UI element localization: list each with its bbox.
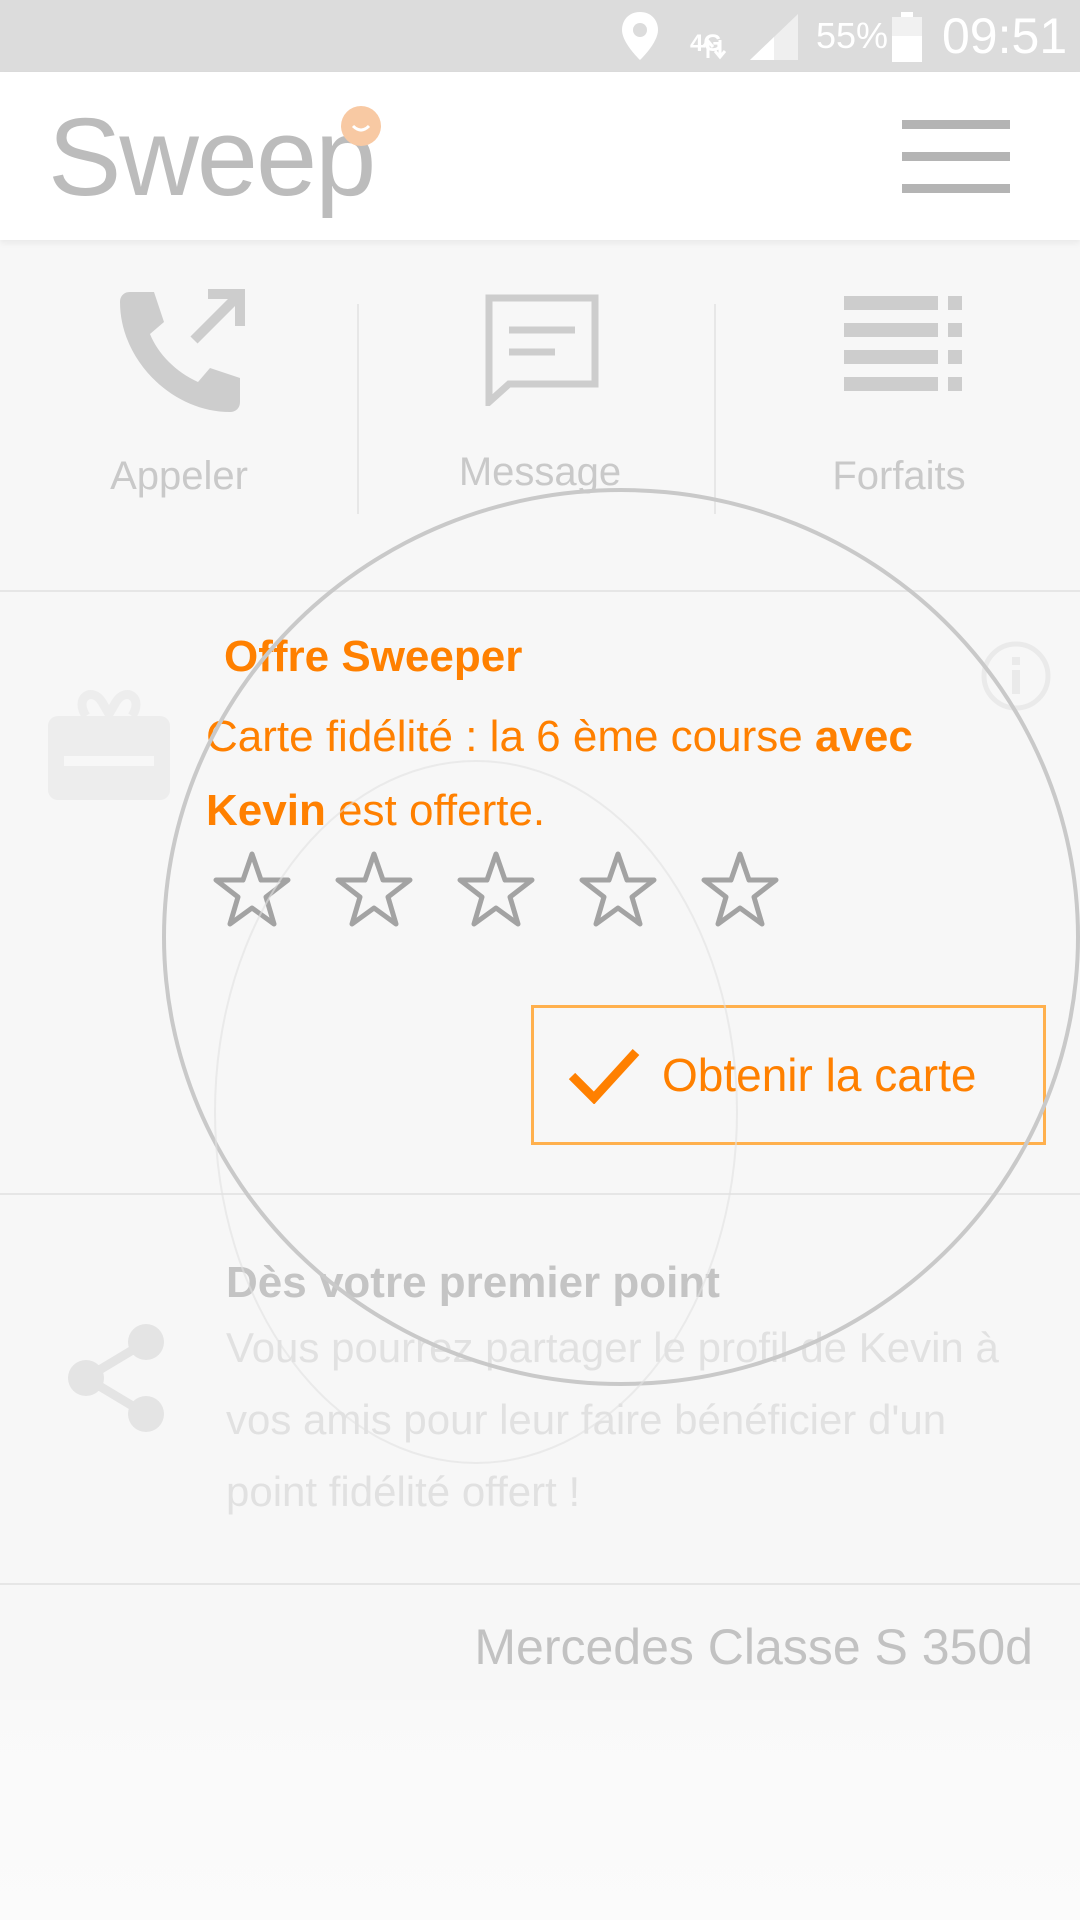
network-arrows-icon bbox=[701, 38, 727, 60]
plans-action[interactable]: Forfaits bbox=[720, 240, 1078, 592]
star-icon bbox=[335, 851, 413, 927]
check-icon bbox=[568, 1048, 640, 1104]
contact-actions: Appeler Message Forfaits bbox=[0, 240, 1080, 592]
status-bar: 4G 55% 09:51 bbox=[0, 0, 1080, 72]
divider bbox=[0, 590, 1080, 592]
hamburger-icon bbox=[902, 120, 1010, 129]
call-action[interactable]: Appeler bbox=[0, 240, 358, 592]
app-bar: Sweep bbox=[0, 72, 1080, 240]
share-title: Dès votre premier point bbox=[226, 1258, 720, 1307]
message-icon bbox=[485, 294, 599, 406]
get-card-label: Obtenir la carte bbox=[662, 1049, 977, 1101]
loyalty-stars bbox=[210, 848, 782, 932]
list-icon bbox=[844, 296, 962, 391]
star-icon bbox=[579, 851, 657, 927]
star-icon bbox=[701, 851, 779, 927]
battery-percent: 55% bbox=[816, 15, 889, 56]
vehicle-image-area bbox=[0, 1700, 1080, 1920]
plans-label: Forfaits bbox=[832, 454, 966, 498]
signal-icon bbox=[750, 14, 798, 60]
clock: 09:51 bbox=[942, 8, 1068, 64]
app-logo: Sweep bbox=[48, 96, 376, 219]
gift-icon bbox=[48, 690, 170, 800]
divider bbox=[714, 304, 716, 514]
divider bbox=[0, 1193, 1080, 1195]
battery-icon bbox=[892, 12, 922, 62]
share-icon[interactable] bbox=[62, 1318, 172, 1438]
star-icon bbox=[457, 851, 535, 927]
call-label: Appeler bbox=[110, 454, 248, 498]
share-description: Vous pourrez partager le profil de Kevin… bbox=[226, 1324, 999, 1515]
phone-outgoing-icon bbox=[120, 289, 245, 412]
location-icon bbox=[622, 12, 658, 60]
message-action[interactable]: Message bbox=[361, 240, 719, 592]
get-card-button[interactable]: Obtenir la carte bbox=[531, 1005, 1046, 1145]
offer-description: Carte fidélité : la 6 ème course avec Ke… bbox=[206, 712, 913, 835]
divider bbox=[0, 1583, 1080, 1585]
tutorial-magnifier bbox=[162, 488, 1080, 1386]
menu-button[interactable] bbox=[900, 116, 1012, 196]
divider bbox=[357, 304, 359, 514]
vehicle-name: Mercedes Classe S 350d bbox=[474, 1619, 1033, 1675]
message-label: Message bbox=[458, 450, 622, 494]
offer-title: Offre Sweeper bbox=[224, 632, 523, 681]
logo-smile-dot bbox=[341, 106, 381, 146]
star-icon bbox=[213, 851, 291, 927]
